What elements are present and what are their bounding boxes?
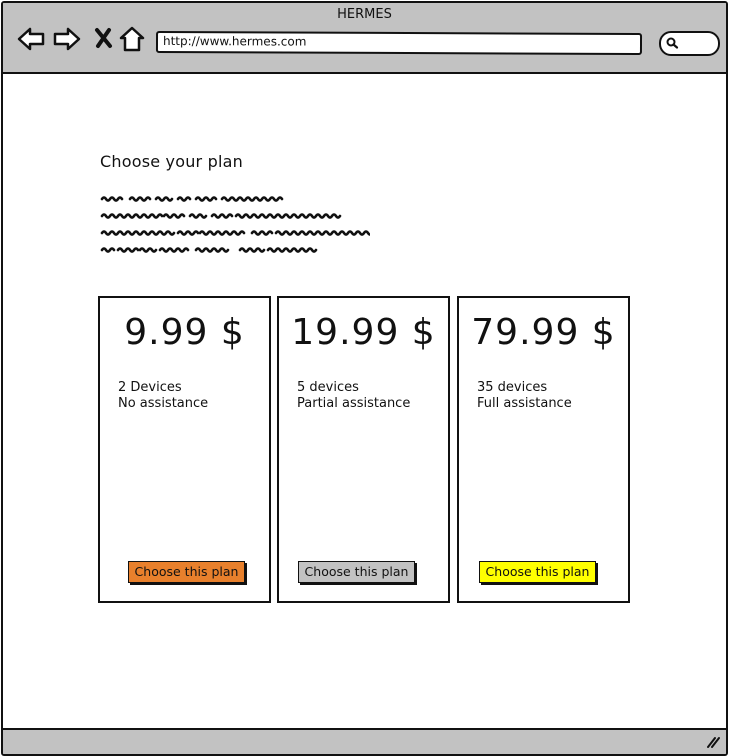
status-bar	[3, 728, 726, 754]
address-bar[interactable]: http://www.hermes.com	[155, 30, 643, 56]
search-field[interactable]	[659, 31, 720, 56]
browser-window: HERMES http://www.hermes.com Choose your…	[1, 1, 728, 756]
search-icon	[666, 37, 679, 49]
page-title: Choose your plan	[100, 152, 243, 171]
choose-plan-button[interactable]: Choose this plan	[479, 561, 596, 583]
plan-card-premium: 79.99 $ 35 devices Full assistance Choos…	[457, 296, 630, 603]
plan-price: 19.99 $	[291, 312, 436, 353]
home-icon[interactable]	[119, 25, 147, 53]
plan-devices: 35 devices	[477, 380, 548, 395]
plan-assistance: Full assistance	[477, 396, 572, 411]
plan-price: 9.99 $	[124, 312, 245, 353]
plan-card-standard: 19.99 $ 5 devices Partial assistance Cho…	[277, 296, 450, 603]
plan-price: 79.99 $	[471, 312, 616, 353]
forward-arrow-icon[interactable]	[53, 25, 81, 53]
plan-devices: 2 Devices	[118, 380, 182, 395]
page-content: Choose your plan 9.99 $ 2 Devices No ass…	[3, 74, 726, 728]
window-title: HERMES	[337, 7, 392, 22]
plan-assistance: No assistance	[118, 396, 209, 411]
resize-grip-icon[interactable]	[706, 736, 720, 748]
choose-plan-button[interactable]: Choose this plan	[128, 561, 245, 583]
choose-plan-button[interactable]: Choose this plan	[298, 561, 415, 583]
url-text: http://www.hermes.com	[162, 33, 307, 49]
browser-toolbar: HERMES http://www.hermes.com	[3, 3, 726, 74]
plan-devices: 5 devices	[297, 380, 359, 395]
close-x-icon[interactable]	[91, 25, 119, 53]
placeholder-text-block	[100, 196, 370, 253]
back-arrow-icon[interactable]	[17, 25, 45, 53]
plan-card-basic: 9.99 $ 2 Devices No assistance Choose th…	[98, 296, 271, 603]
plan-assistance: Partial assistance	[297, 396, 411, 411]
